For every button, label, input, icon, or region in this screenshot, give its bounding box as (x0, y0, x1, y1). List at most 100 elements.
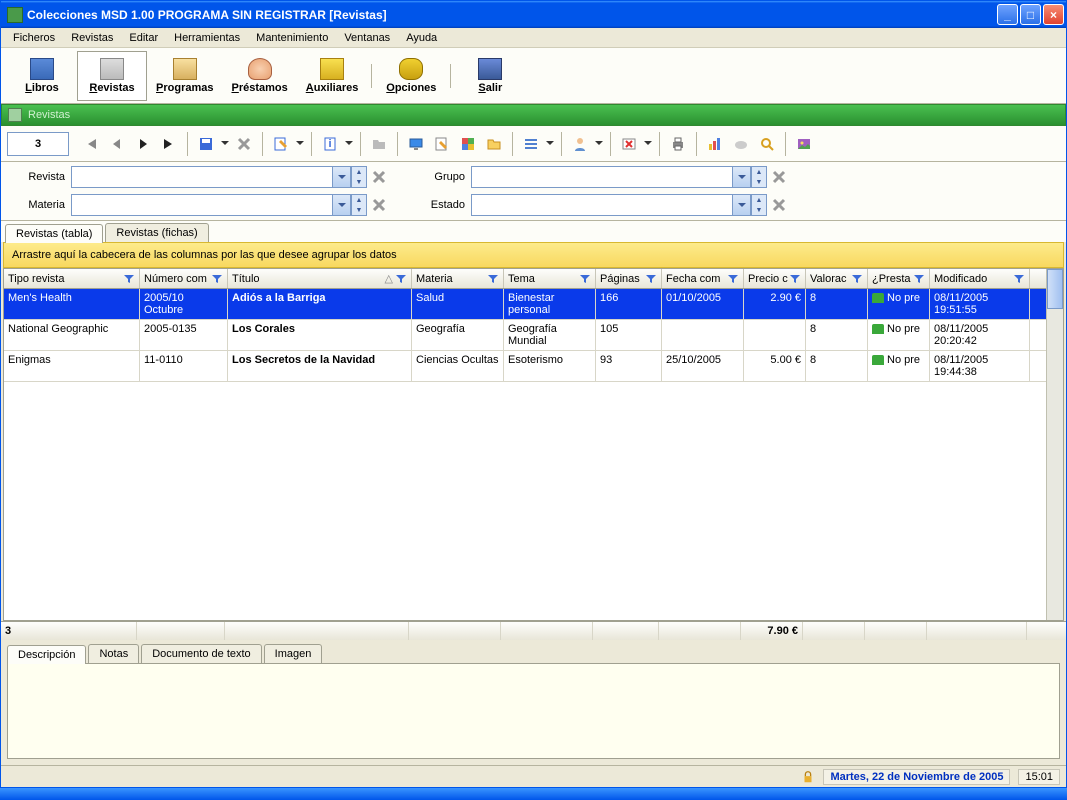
secondary-toolbar: 3 i (1, 126, 1066, 162)
detail-tab-0[interactable]: Descripción (7, 645, 86, 664)
dropdown-arrow-icon[interactable] (332, 167, 350, 187)
tab-tabla[interactable]: Revistas (tabla) (5, 224, 103, 243)
save-dropdown[interactable] (220, 132, 230, 156)
table-row[interactable]: Enigmas11-0110Los Secretos de la Navidad… (4, 351, 1063, 382)
revista-clear-button[interactable] (369, 167, 389, 187)
remove-button[interactable] (617, 132, 641, 156)
grid-footer: 3 7.90 € (1, 621, 1066, 640)
column-header[interactable]: Tema (504, 269, 596, 288)
first-record-button[interactable] (79, 132, 103, 156)
grupo-clear-button[interactable] (769, 167, 789, 187)
table-row[interactable]: National Geographic2005-0135Los CoralesG… (4, 320, 1063, 351)
toolbar-préstamos[interactable]: Préstamos (222, 51, 296, 101)
menu-ventanas[interactable]: Ventanas (336, 30, 398, 46)
column-header[interactable]: Fecha com (662, 269, 744, 288)
toolbar-opciones[interactable]: Opciones (376, 51, 446, 101)
filter-panel: Revista ▲▼ Grupo ▲▼ Materia ▲▼ Estado ▲▼ (1, 162, 1066, 221)
menu-revistas[interactable]: Revistas (63, 30, 121, 46)
titlebar[interactable]: Colecciones MSD 1.00 PROGRAMA SIN REGIST… (1, 1, 1066, 28)
column-header[interactable]: Páginas (596, 269, 662, 288)
grid-header: Tipo revistaNúmero comTítulo△MateriaTema… (4, 269, 1063, 289)
group-hint[interactable]: Arrastre aquí la cabecera de las columna… (3, 242, 1064, 268)
vertical-scrollbar[interactable] (1046, 269, 1063, 620)
open-folder-button[interactable] (482, 132, 506, 156)
grupo-spinner[interactable]: ▲▼ (751, 166, 767, 188)
column-header[interactable]: Modificado (930, 269, 1030, 288)
list-button[interactable] (519, 132, 543, 156)
section-icon (8, 108, 22, 122)
edit-note-button[interactable] (430, 132, 454, 156)
toolbar-revistas[interactable]: Revistas (77, 51, 147, 101)
detail-tab-2[interactable]: Documento de texto (141, 644, 261, 663)
toolbar-auxiliares[interactable]: Auxiliares (297, 51, 368, 101)
dropdown-arrow-icon[interactable] (732, 167, 750, 187)
materia-spinner[interactable]: ▲▼ (351, 194, 367, 216)
materia-combo[interactable] (71, 194, 351, 216)
monitor-button[interactable] (404, 132, 428, 156)
edit-button[interactable] (269, 132, 293, 156)
menu-ficheros[interactable]: Ficheros (5, 30, 63, 46)
menu-mantenimiento[interactable]: Mantenimiento (248, 30, 336, 46)
cell (662, 320, 744, 350)
materia-clear-button[interactable] (369, 195, 389, 215)
column-header[interactable]: Valorac (806, 269, 868, 288)
column-header[interactable]: Materia (412, 269, 504, 288)
prev-record-button[interactable] (105, 132, 129, 156)
revista-spinner[interactable]: ▲▼ (351, 166, 367, 188)
save-button[interactable] (194, 132, 218, 156)
detail-tab-1[interactable]: Notas (88, 644, 139, 663)
column-header[interactable]: Título△ (228, 269, 412, 288)
image-button[interactable] (792, 132, 816, 156)
list-dropdown[interactable] (545, 132, 555, 156)
remove-dropdown[interactable] (643, 132, 653, 156)
estado-spinner[interactable]: ▲▼ (751, 194, 767, 216)
column-header[interactable]: Número com (140, 269, 228, 288)
user-button[interactable] (568, 132, 592, 156)
taskbar[interactable] (0, 788, 1067, 800)
search-button[interactable] (755, 132, 779, 156)
cloud-button (729, 132, 753, 156)
info-dropdown[interactable] (344, 132, 354, 156)
libros-icon (30, 58, 54, 80)
column-header[interactable]: Precio c (744, 269, 806, 288)
menu-editar[interactable]: Editar (121, 30, 166, 46)
table-row[interactable]: Men's Health2005/10 OctubreAdiós a la Ba… (4, 289, 1063, 320)
edit-dropdown[interactable] (295, 132, 305, 156)
dropdown-arrow-icon[interactable] (732, 195, 750, 215)
column-header[interactable]: ¿Presta (868, 269, 930, 288)
view-tabs: Revistas (tabla) Revistas (fichas) (1, 221, 1066, 242)
windows-button[interactable] (456, 132, 480, 156)
toolbar-label: Libros (25, 82, 59, 94)
dropdown-arrow-icon[interactable] (332, 195, 350, 215)
svg-text:i: i (328, 138, 331, 150)
detail-panel[interactable] (7, 663, 1060, 759)
revista-combo[interactable] (71, 166, 351, 188)
tab-fichas[interactable]: Revistas (fichas) (105, 223, 208, 242)
next-record-button[interactable] (131, 132, 155, 156)
column-header[interactable]: Tipo revista (4, 269, 140, 288)
toolbar-salir[interactable]: Salir (455, 51, 525, 101)
info-button[interactable]: i (318, 132, 342, 156)
toolbar-programas[interactable]: Programas (147, 51, 222, 101)
minimize-button[interactable]: _ (997, 4, 1018, 25)
print-button[interactable] (666, 132, 690, 156)
delete-button[interactable] (232, 132, 256, 156)
maximize-button[interactable]: □ (1020, 4, 1041, 25)
menu-ayuda[interactable]: Ayuda (398, 30, 445, 46)
user-dropdown[interactable] (594, 132, 604, 156)
last-record-button[interactable] (157, 132, 181, 156)
chart-button[interactable] (703, 132, 727, 156)
estado-clear-button[interactable] (769, 195, 789, 215)
menu-herramientas[interactable]: Herramientas (166, 30, 248, 46)
toolbar-libros[interactable]: Libros (7, 51, 77, 101)
cell: 8 (806, 351, 868, 381)
detail-tab-3[interactable]: Imagen (264, 644, 323, 663)
close-button[interactable]: × (1043, 4, 1064, 25)
estado-combo[interactable] (471, 194, 751, 216)
cell: 8 (806, 289, 868, 319)
grupo-combo[interactable] (471, 166, 751, 188)
scrollbar-thumb[interactable] (1047, 269, 1063, 309)
cell: Los Corales (228, 320, 412, 350)
record-counter[interactable]: 3 (7, 132, 69, 156)
detail-tabs: DescripciónNotasDocumento de textoImagen (1, 640, 1066, 663)
